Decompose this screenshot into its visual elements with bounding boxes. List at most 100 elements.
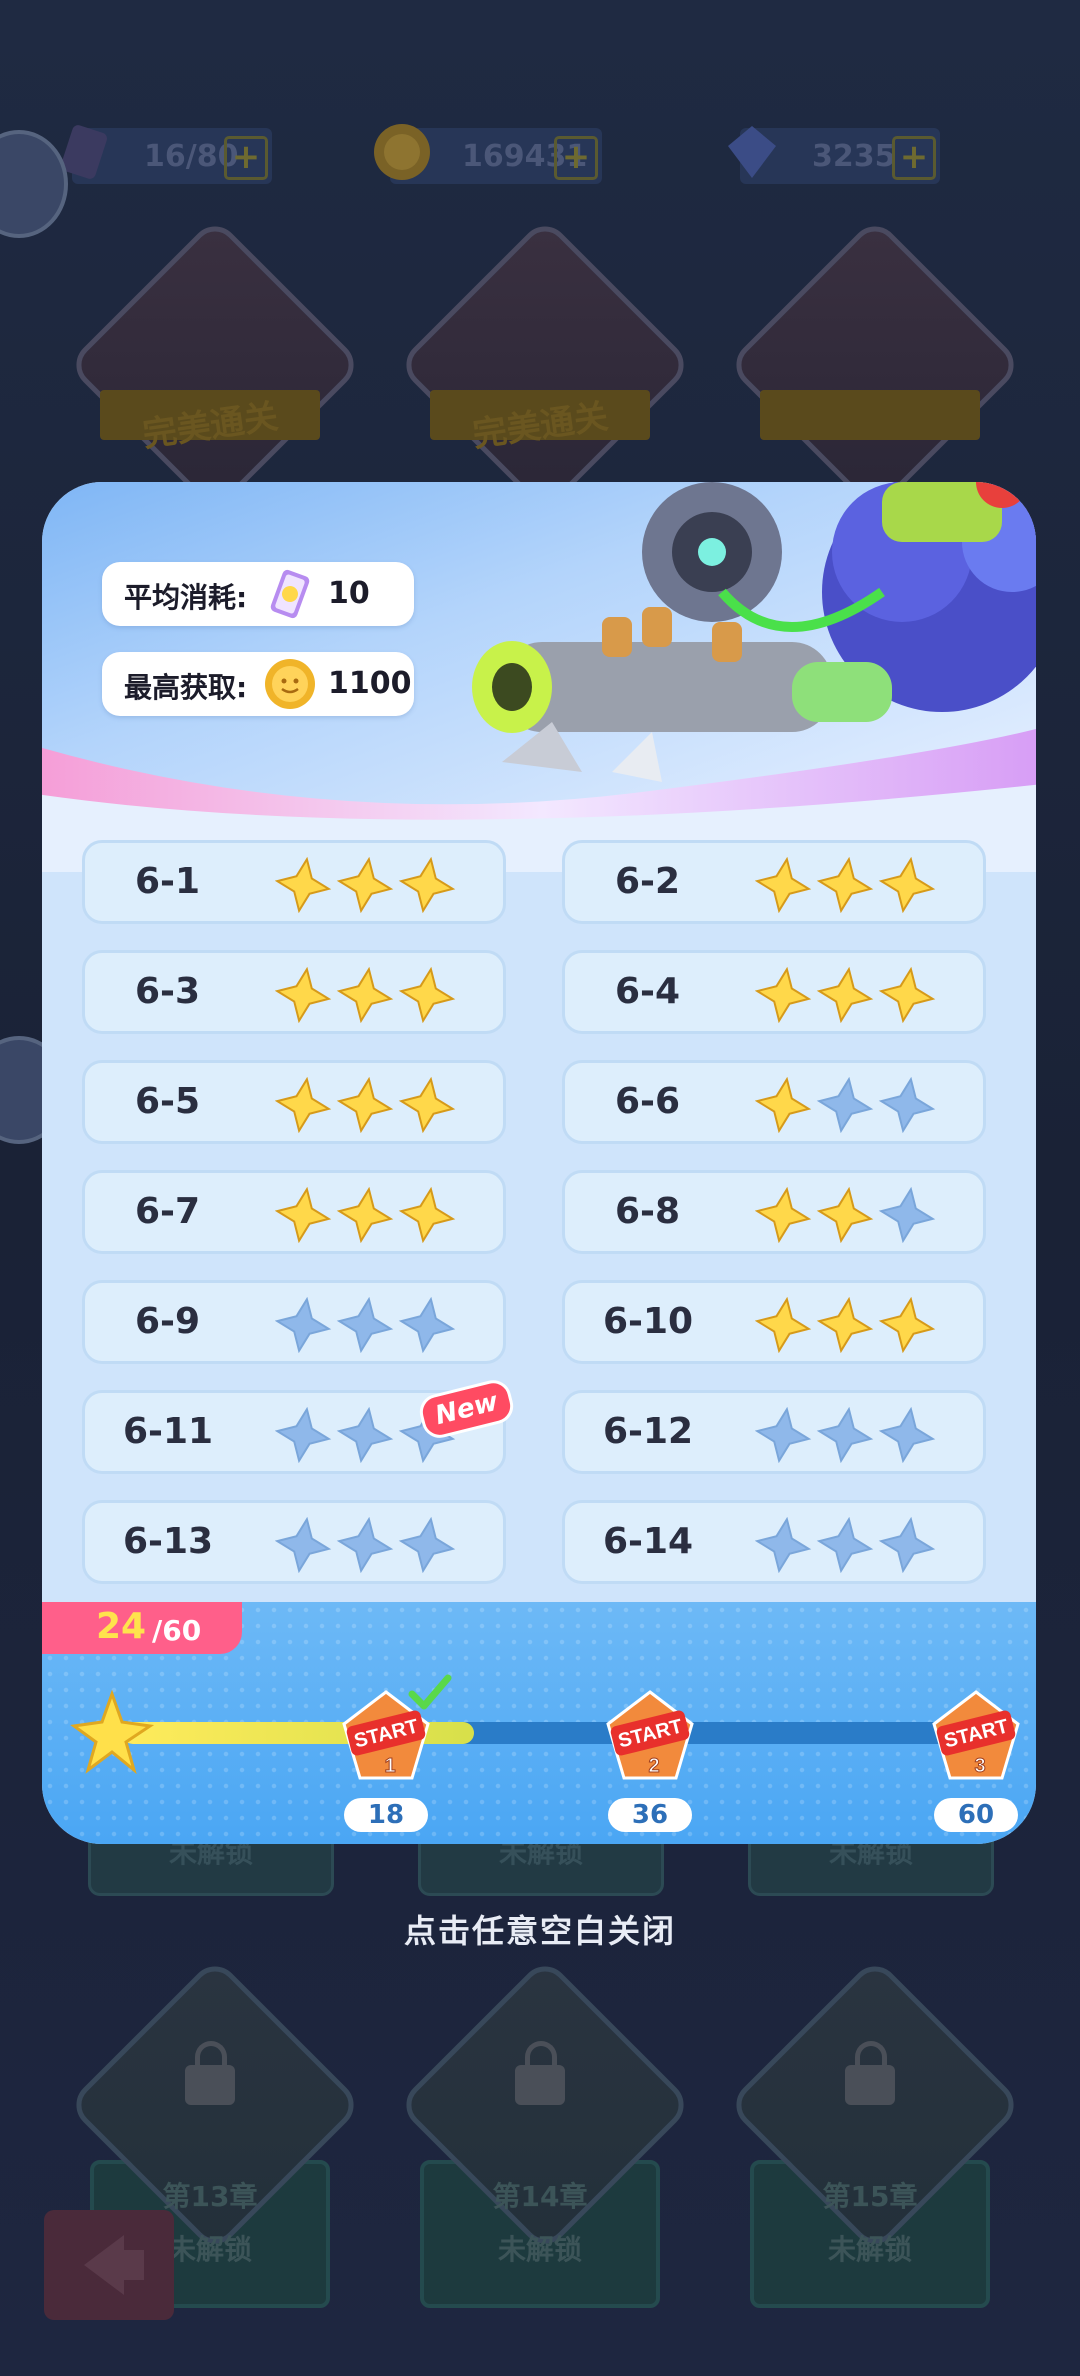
level-card[interactable]: 6-8 <box>562 1170 986 1254</box>
star-filled-icon <box>755 1297 812 1353</box>
level-name: 6-12 <box>603 1411 694 1452</box>
level-name: 6-2 <box>615 861 681 902</box>
chapter-card-completed[interactable]: 完美通关 <box>66 216 364 514</box>
level-name: 6-4 <box>615 971 681 1012</box>
level-card[interactable]: 6-2 <box>562 840 986 924</box>
star-icon <box>70 1690 154 1774</box>
star-filled-icon <box>878 967 936 1023</box>
chapter-ribbon <box>760 390 980 440</box>
star-empty-icon <box>336 1297 394 1353</box>
chapter-card-completed[interactable] <box>726 216 1024 514</box>
level-card[interactable]: 6-7 <box>82 1170 506 1254</box>
star-filled-icon <box>398 1187 456 1243</box>
star-rating <box>275 967 456 1023</box>
chapter-portrait <box>66 216 364 514</box>
ticket-resource: 16/80 + <box>61 125 272 184</box>
star-empty-icon <box>336 1517 394 1573</box>
star-filled-icon <box>755 857 812 913</box>
coin-resource: 169431 + <box>374 124 602 184</box>
chapter-card-locked[interactable]: 第13章 未解锁 <box>66 1956 364 2308</box>
star-count-current: 24 <box>96 1606 147 1647</box>
panel-header: 平均消耗: 10 最高获取: 1100 <box>42 482 1036 872</box>
star-rating <box>755 967 936 1023</box>
level-card[interactable]: 6-12 <box>562 1390 986 1474</box>
milestone-threshold: 60 <box>934 1798 1018 1832</box>
star-empty-icon <box>816 1407 874 1463</box>
star-empty-icon <box>878 1187 936 1243</box>
level-card[interactable]: 6-10 <box>562 1280 986 1364</box>
level-name: 6-8 <box>615 1191 681 1232</box>
star-filled-icon <box>275 1187 332 1243</box>
gem-resource: 3235 + <box>728 126 940 184</box>
reward-chest-2[interactable]: START 2 <box>602 1688 698 1784</box>
back-button[interactable] <box>44 2210 174 2320</box>
level-card[interactable]: 6-11 New <box>82 1376 517 1474</box>
level-card[interactable]: 6-14 <box>562 1500 986 1584</box>
level-name: 6-3 <box>135 971 201 1012</box>
lock-icon <box>185 2041 235 2105</box>
star-rating <box>275 857 456 913</box>
star-rating <box>275 1187 456 1243</box>
level-name: 6-10 <box>603 1301 694 1342</box>
gem-icon <box>728 126 776 178</box>
star-filled-icon <box>878 857 936 913</box>
star-empty-icon <box>336 1407 394 1463</box>
level-card[interactable]: 6-13 <box>82 1500 506 1584</box>
star-rating <box>755 1297 936 1353</box>
level-card[interactable]: 6-3 <box>82 950 506 1034</box>
ticket-add-button[interactable]: + <box>224 136 268 180</box>
level-card[interactable]: 6-6 <box>562 1060 986 1144</box>
close-hint[interactable]: 点击任意空白关闭 <box>0 1906 1080 1952</box>
star-filled-icon <box>816 967 874 1023</box>
star-filled-icon <box>755 1187 812 1243</box>
chapter-portrait <box>726 216 1024 514</box>
chapter-card-locked[interactable]: 第15章 未解锁 <box>726 1956 1024 2308</box>
gem-count: 3235 <box>812 138 896 174</box>
star-empty-icon <box>398 1517 456 1573</box>
star-empty-icon <box>755 1517 812 1573</box>
level-card[interactable]: 6-5 <box>82 1060 506 1144</box>
chapter-status: 未解锁 <box>827 2233 912 2266</box>
coin-icon <box>265 659 315 709</box>
chapter-portrait <box>396 216 694 514</box>
ticket-count: 16/80 <box>144 138 239 174</box>
chapter-name: 第14章 <box>492 2180 588 2213</box>
level-grid: 6-1 6-2 6-3 6-4 6-5 6-6 6-7 6-8 6-9 6-10… <box>42 822 1036 1602</box>
star-filled-icon <box>275 967 332 1023</box>
boss-robot-illustration <box>472 482 1036 782</box>
level-name: 6-14 <box>603 1521 694 1562</box>
max-gain-label: 最高获取: <box>124 671 248 704</box>
start-chest-icon: START 2 <box>606 1690 694 1780</box>
level-name: 6-5 <box>135 1081 201 1122</box>
star-empty-icon <box>816 1077 874 1133</box>
max-gain-value: 1100 <box>328 666 412 701</box>
coin-add-button[interactable]: + <box>554 136 598 180</box>
star-rating <box>275 1297 456 1353</box>
star-filled-icon <box>398 1077 456 1133</box>
chapter-card-locked[interactable]: 第14章 未解锁 <box>396 1956 694 2308</box>
star-filled-icon <box>816 1187 874 1243</box>
reward-chest-3[interactable]: START 3 <box>928 1688 1024 1784</box>
star-filled-icon <box>816 857 874 913</box>
star-filled-icon <box>878 1297 936 1353</box>
level-card[interactable]: 6-1 <box>82 840 506 924</box>
star-rating <box>755 1077 936 1133</box>
chapter-card-completed[interactable]: 完美通关 <box>396 216 694 514</box>
star-empty-icon <box>275 1407 332 1463</box>
star-count-tag: 24 /60 <box>42 1602 242 1654</box>
star-filled-icon <box>398 857 456 913</box>
level-card[interactable]: 6-9 <box>82 1280 506 1364</box>
lock-icon <box>845 2041 895 2105</box>
level-name: 6-11 <box>123 1411 214 1452</box>
chest-index: 1 <box>384 1755 395 1777</box>
star-filled-icon <box>275 1077 332 1133</box>
level-card[interactable]: 6-4 <box>562 950 986 1034</box>
gem-add-button[interactable]: + <box>892 136 936 180</box>
star-rating <box>275 1077 456 1133</box>
star-filled-icon <box>336 857 394 913</box>
level-name: 6-7 <box>135 1191 201 1232</box>
star-rating <box>755 1187 936 1243</box>
star-empty-icon <box>878 1407 936 1463</box>
chapter-name: 第15章 <box>822 2180 918 2213</box>
level-name: 6-9 <box>135 1301 201 1342</box>
